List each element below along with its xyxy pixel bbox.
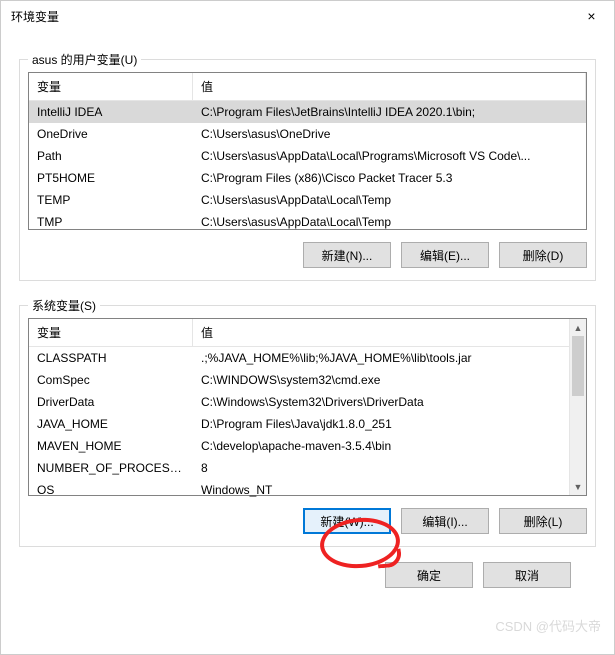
watermark-text: CSDN @代码大帝	[495, 616, 601, 635]
variable-value-cell: 8	[193, 457, 586, 479]
system-group-label: 系统变量(S)	[28, 297, 100, 314]
dialog-footer: 确定 取消	[19, 547, 596, 588]
system-edit-button[interactable]: 编辑(I)...	[401, 508, 489, 534]
system-table-body: CLASSPATH.;%JAVA_HOME%\lib;%JAVA_HOME%\l…	[29, 347, 586, 501]
variable-name-cell: OneDrive	[29, 123, 193, 145]
system-table-header: 变量 值	[29, 319, 586, 347]
variable-name-cell: IntelliJ IDEA	[29, 101, 193, 123]
variable-value-cell: .;%JAVA_HOME%\lib;%JAVA_HOME%\lib\tools.…	[193, 347, 586, 369]
variable-name-cell: CLASSPATH	[29, 347, 193, 369]
cancel-button[interactable]: 取消	[483, 562, 571, 588]
variable-value-cell: C:\WINDOWS\system32\cmd.exe	[193, 369, 586, 391]
variable-value-cell: C:\Windows\System32\Drivers\DriverData	[193, 391, 586, 413]
variable-value-cell: C:\Users\asus\AppData\Local\Temp	[193, 211, 586, 233]
variable-name-cell: NUMBER_OF_PROCESSORS	[29, 457, 193, 479]
ok-button[interactable]: 确定	[385, 562, 473, 588]
titlebar: 环境变量 ×	[1, 1, 614, 31]
scroll-down-icon[interactable]: ▼	[570, 478, 586, 495]
variable-value-cell: C:\Program Files (x86)\Cisco Packet Trac…	[193, 167, 586, 189]
user-delete-button[interactable]: 删除(D)	[499, 242, 587, 268]
table-row[interactable]: PathC:\Users\asus\AppData\Local\Programs…	[29, 145, 586, 167]
variable-name-cell: DriverData	[29, 391, 193, 413]
variable-name-cell: Path	[29, 145, 193, 167]
variable-name-cell: OS	[29, 479, 193, 501]
table-row[interactable]: IntelliJ IDEAC:\Program Files\JetBrains\…	[29, 101, 586, 123]
user-variables-group: asus 的用户变量(U) 变量 值 IntelliJ IDEAC:\Progr…	[19, 59, 596, 281]
variable-value-cell: C:\Program Files\JetBrains\IntelliJ IDEA…	[193, 101, 586, 123]
user-new-button[interactable]: 新建(N)...	[303, 242, 391, 268]
variable-name-cell: PT5HOME	[29, 167, 193, 189]
variable-name-cell: MAVEN_HOME	[29, 435, 193, 457]
close-icon[interactable]: ×	[569, 1, 614, 31]
variable-name-cell: ComSpec	[29, 369, 193, 391]
scroll-thumb[interactable]	[572, 336, 584, 396]
system-button-row: 新建(W)... 编辑(I)... 删除(L)	[28, 508, 587, 534]
window-title: 环境变量	[11, 8, 59, 25]
column-header-variable[interactable]: 变量	[29, 73, 193, 100]
table-row[interactable]: PT5HOMEC:\Program Files (x86)\Cisco Pack…	[29, 167, 586, 189]
table-row[interactable]: JAVA_HOMED:\Program Files\Java\jdk1.8.0_…	[29, 413, 586, 435]
table-row[interactable]: MAVEN_HOMEC:\develop\apache-maven-3.5.4\…	[29, 435, 586, 457]
user-variables-table[interactable]: 变量 值 IntelliJ IDEAC:\Program Files\JetBr…	[28, 72, 587, 230]
system-variables-table[interactable]: 变量 值 CLASSPATH.;%JAVA_HOME%\lib;%JAVA_HO…	[28, 318, 587, 496]
variable-value-cell: C:\Users\asus\OneDrive	[193, 123, 586, 145]
column-header-value[interactable]: 值	[193, 319, 586, 346]
content-area: asus 的用户变量(U) 变量 值 IntelliJ IDEAC:\Progr…	[1, 31, 614, 598]
variable-name-cell: JAVA_HOME	[29, 413, 193, 435]
table-row[interactable]: TMPC:\Users\asus\AppData\Local\Temp	[29, 211, 586, 233]
variable-value-cell: Windows_NT	[193, 479, 586, 501]
user-table-header: 变量 值	[29, 73, 586, 101]
system-delete-button[interactable]: 删除(L)	[499, 508, 587, 534]
table-row[interactable]: ComSpecC:\WINDOWS\system32\cmd.exe	[29, 369, 586, 391]
variable-value-cell: C:\develop\apache-maven-3.5.4\bin	[193, 435, 586, 457]
variable-name-cell: TMP	[29, 211, 193, 233]
table-row[interactable]: OSWindows_NT	[29, 479, 586, 501]
system-new-button[interactable]: 新建(W)...	[303, 508, 391, 534]
table-row[interactable]: DriverDataC:\Windows\System32\Drivers\Dr…	[29, 391, 586, 413]
user-table-body: IntelliJ IDEAC:\Program Files\JetBrains\…	[29, 101, 586, 233]
system-scrollbar[interactable]: ▲ ▼	[569, 319, 586, 495]
user-group-label: asus 的用户变量(U)	[28, 51, 141, 68]
variable-value-cell: C:\Users\asus\AppData\Local\Programs\Mic…	[193, 145, 586, 167]
variable-value-cell: C:\Users\asus\AppData\Local\Temp	[193, 189, 586, 211]
user-button-row: 新建(N)... 编辑(E)... 删除(D)	[28, 242, 587, 268]
column-header-variable[interactable]: 变量	[29, 319, 193, 346]
variable-value-cell: D:\Program Files\Java\jdk1.8.0_251	[193, 413, 586, 435]
table-row[interactable]: CLASSPATH.;%JAVA_HOME%\lib;%JAVA_HOME%\l…	[29, 347, 586, 369]
variable-name-cell: TEMP	[29, 189, 193, 211]
user-edit-button[interactable]: 编辑(E)...	[401, 242, 489, 268]
system-variables-group: 系统变量(S) 变量 值 CLASSPATH.;%JAVA_HOME%\lib;…	[19, 305, 596, 547]
scroll-up-icon[interactable]: ▲	[570, 319, 586, 336]
table-row[interactable]: NUMBER_OF_PROCESSORS8	[29, 457, 586, 479]
column-header-value[interactable]: 值	[193, 73, 586, 100]
table-row[interactable]: TEMPC:\Users\asus\AppData\Local\Temp	[29, 189, 586, 211]
table-row[interactable]: OneDriveC:\Users\asus\OneDrive	[29, 123, 586, 145]
env-vars-dialog: 环境变量 × asus 的用户变量(U) 变量 值 IntelliJ IDEAC…	[0, 0, 615, 655]
